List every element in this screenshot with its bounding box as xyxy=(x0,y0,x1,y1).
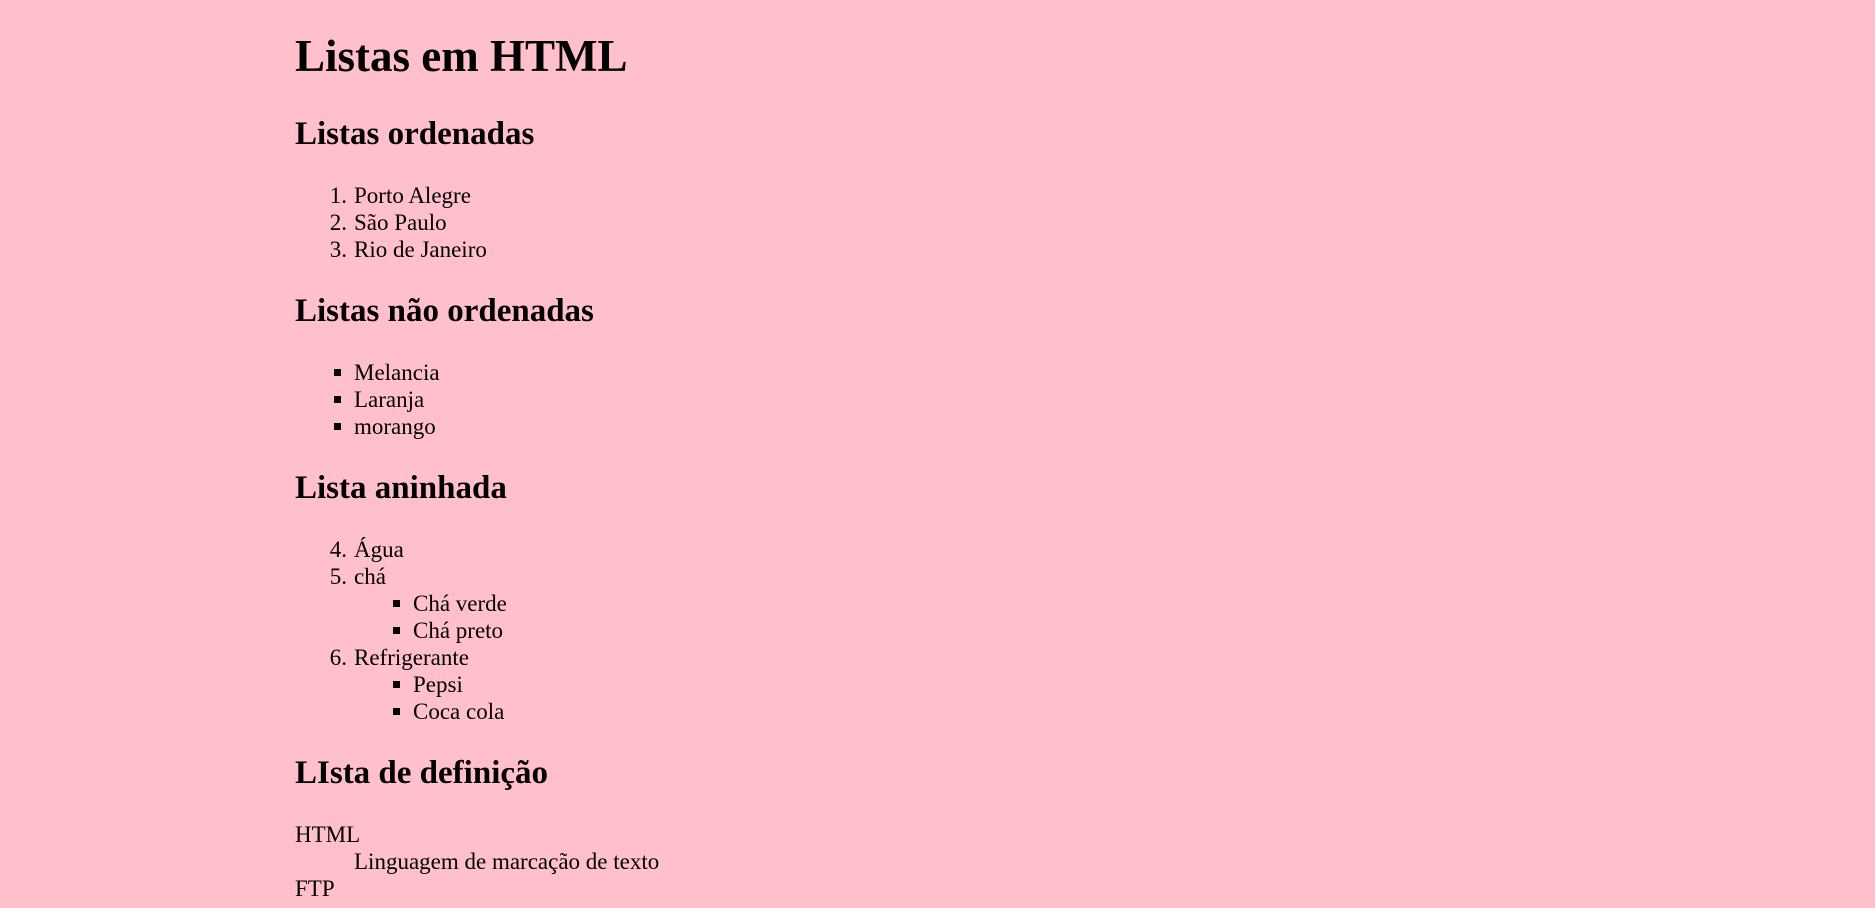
list-number: 2. xyxy=(329,210,347,235)
list-item-label: Refrigerante xyxy=(354,645,469,670)
page-title: Listas em HTML xyxy=(295,31,628,81)
page-content: Listas em HTML Listas ordenadas 1. Porto … xyxy=(295,0,1695,902)
nested-list-heading: Lista aninhada xyxy=(295,470,507,506)
list-item: 3. Rio de Janeiro xyxy=(295,236,1695,263)
definition-list-heading: LIsta de definição xyxy=(295,755,549,791)
list-number: 4. xyxy=(329,537,347,562)
list-item: Melancia xyxy=(295,359,1695,386)
list-item-label: chá xyxy=(354,564,386,589)
list-item: 6. Refrigerante Pepsi Coca cola xyxy=(295,644,1695,725)
definition-term: FTP xyxy=(295,876,335,901)
list-item-label: São Paulo xyxy=(354,210,447,235)
list-item-label: Chá preto xyxy=(413,618,504,643)
unordered-list-heading: Listas não ordenadas xyxy=(295,293,594,329)
list-item-label: Coca cola xyxy=(413,699,505,724)
square-bullet-icon xyxy=(334,423,341,430)
square-bullet-icon xyxy=(334,396,341,403)
list-item-label: Melancia xyxy=(354,360,440,385)
square-bullet-icon xyxy=(334,369,341,376)
list-item-label: Rio de Janeiro xyxy=(354,237,487,262)
sub-list: Pepsi Coca cola xyxy=(354,671,1695,725)
list-item-label: Chá verde xyxy=(413,591,507,616)
ordered-list-heading: Listas ordenadas xyxy=(295,116,535,152)
list-item: Laranja xyxy=(295,386,1695,413)
definition-list: HTML Linguagem de marcação de texto FTP xyxy=(295,821,1695,902)
list-number: 5. xyxy=(329,564,347,589)
sub-list-item: Chá preto xyxy=(354,617,1695,644)
list-number: 3. xyxy=(329,237,347,262)
list-item-label: Laranja xyxy=(354,387,425,412)
unordered-list: Melancia Laranja morango xyxy=(295,359,1695,440)
square-bullet-icon xyxy=(393,627,400,634)
list-number: 1. xyxy=(329,183,347,208)
ordered-list: 1. Porto Alegre 2. São Paulo 3. Rio de Jane… xyxy=(295,182,1695,263)
definition-term: HTML xyxy=(295,822,361,847)
square-bullet-icon xyxy=(393,708,400,715)
list-item-label: Água xyxy=(354,537,404,562)
nested-list: 4. Água 5. chá Chá verde Chá preto 6. Refri… xyxy=(295,536,1695,725)
list-item: 2. São Paulo xyxy=(295,209,1695,236)
definition-description: Linguagem de marcação de texto xyxy=(354,849,660,874)
list-item: 4. Água xyxy=(295,536,1695,563)
square-bullet-icon xyxy=(393,600,400,607)
sub-list-item: Pepsi xyxy=(354,671,1695,698)
list-item: 1. Porto Alegre xyxy=(295,182,1695,209)
sub-list-item: Chá verde xyxy=(354,590,1695,617)
sub-list: Chá verde Chá preto xyxy=(354,590,1695,644)
square-bullet-icon xyxy=(393,681,400,688)
list-item-label: morango xyxy=(354,414,436,439)
list-item: morango xyxy=(295,413,1695,440)
list-item-label: Pepsi xyxy=(413,672,463,697)
list-item-label: Porto Alegre xyxy=(354,183,471,208)
sub-list-item: Coca cola xyxy=(354,698,1695,725)
list-item: 5. chá Chá verde Chá preto xyxy=(295,563,1695,644)
list-number: 6. xyxy=(329,645,347,670)
